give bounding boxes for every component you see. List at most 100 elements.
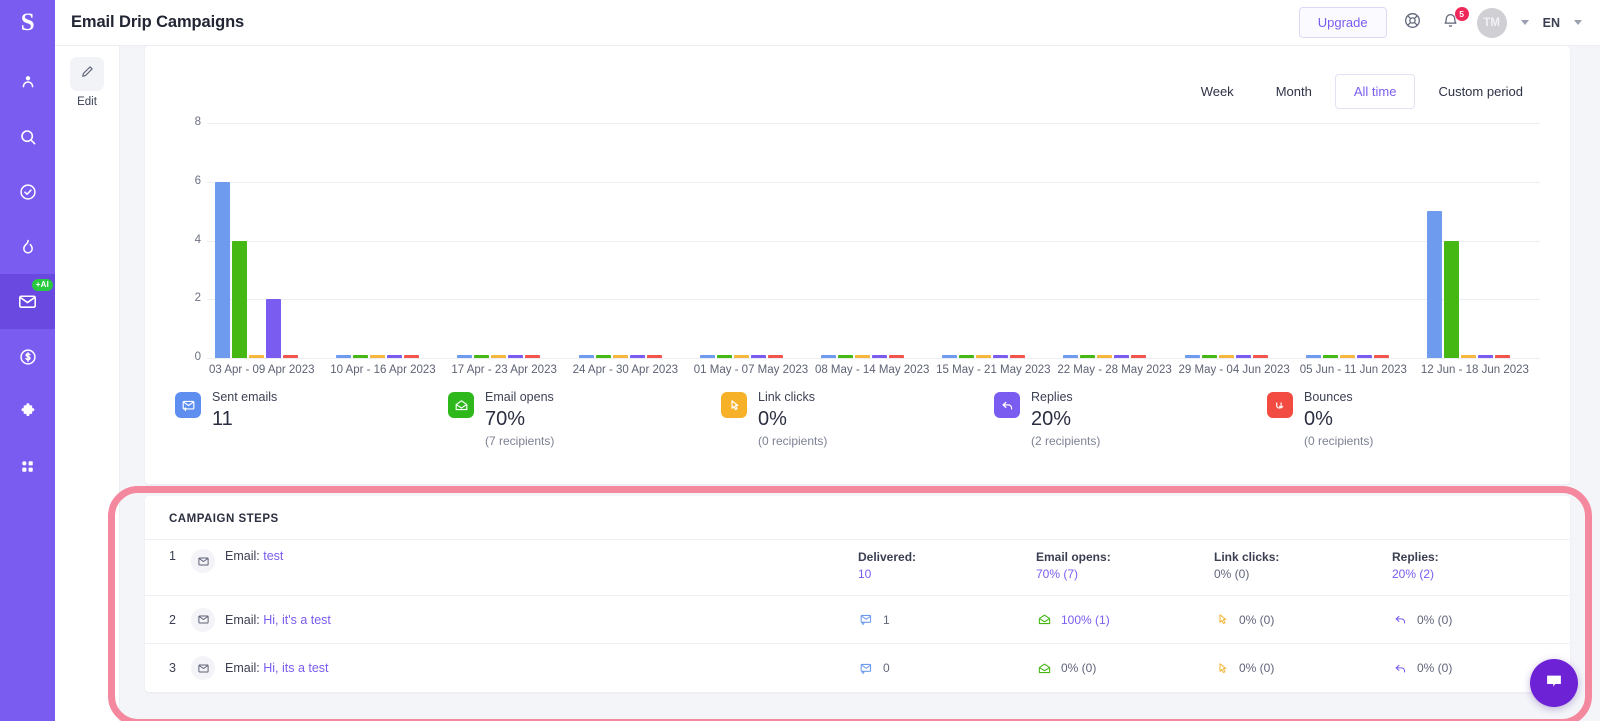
x-axis-tick: 24 Apr - 30 Apr 2023 xyxy=(572,364,679,376)
bar-replies[interactable] xyxy=(993,355,1009,358)
bar-email-opens[interactable] xyxy=(716,355,732,358)
bar-sent-emails[interactable] xyxy=(1305,355,1321,358)
metric-clicks: 0% (0) xyxy=(1214,660,1392,677)
bar-bounces[interactable] xyxy=(525,355,541,358)
bar-replies[interactable] xyxy=(1356,355,1372,358)
metric-delivered: 1 xyxy=(858,611,1036,628)
bar-email-opens[interactable] xyxy=(474,355,490,358)
bar-bounces[interactable] xyxy=(404,355,420,358)
bar-email-opens[interactable] xyxy=(837,355,853,358)
step-title: Email: Hi, its a test xyxy=(225,661,329,675)
notifications-button[interactable]: 5 xyxy=(1439,6,1469,35)
lifebuoy-icon xyxy=(1403,11,1422,35)
edit-button[interactable] xyxy=(70,57,104,91)
bar-link-clicks[interactable] xyxy=(1339,355,1355,358)
app-logo[interactable]: S xyxy=(0,0,55,46)
upgrade-button[interactable]: Upgrade xyxy=(1298,7,1387,38)
edit-label: Edit xyxy=(77,96,97,108)
bar-sent-emails[interactable] xyxy=(215,181,230,358)
bar-bounces[interactable] xyxy=(1010,355,1026,358)
avatar[interactable]: TM xyxy=(1476,7,1507,38)
metric-value: 0% (0) xyxy=(1417,612,1453,627)
bar-link-clicks[interactable] xyxy=(612,355,628,358)
bar-link-clicks[interactable] xyxy=(249,355,264,358)
chevron-down-icon-language[interactable] xyxy=(1574,20,1582,25)
bar-sent-emails[interactable] xyxy=(578,355,594,358)
bar-link-clicks[interactable] xyxy=(854,355,870,358)
bar-bounces[interactable] xyxy=(1373,355,1389,358)
topbar-actions: Upgrade 5 TM EN xyxy=(1298,6,1582,38)
sidebar-item-tasks[interactable] xyxy=(0,164,55,219)
chat-support-button[interactable] xyxy=(1530,659,1578,707)
bar-replies[interactable] xyxy=(266,299,281,358)
bar-link-clicks[interactable] xyxy=(491,355,507,358)
metric-value: 1 xyxy=(883,612,890,627)
step-subject[interactable]: Hi, its a test xyxy=(263,661,328,675)
campaign-step-row[interactable]: 3 Email: Hi, its a test 0 0% (0) 0% (0) 0% (0… xyxy=(145,644,1570,692)
bar-email-opens[interactable] xyxy=(353,355,369,358)
help-button[interactable] xyxy=(1401,11,1425,35)
bar-replies[interactable] xyxy=(1114,355,1130,358)
sidebar-item-contacts[interactable] xyxy=(0,54,55,109)
bar-email-opens[interactable] xyxy=(232,240,247,358)
chat-bubble-icon xyxy=(1543,670,1565,697)
bar-sent-emails[interactable] xyxy=(1184,355,1200,358)
bar-email-opens[interactable] xyxy=(959,355,975,358)
bar-sent-emails[interactable] xyxy=(1426,211,1442,358)
sidebar-item-search[interactable] xyxy=(0,109,55,164)
bar-email-opens[interactable] xyxy=(1322,355,1338,358)
campaign-step-row[interactable]: 2 Email: Hi, it's a test 1 100% (1) 0% (0) 0%… xyxy=(145,596,1570,644)
stat-email-opens: Email opens 70% (7 recipients) xyxy=(448,390,721,448)
language-selector[interactable]: EN xyxy=(1543,16,1560,30)
bar-link-clicks[interactable] xyxy=(1460,355,1476,358)
bar-bounces[interactable] xyxy=(888,355,904,358)
x-axis-labels: 03 Apr - 09 Apr 2023 10 Apr - 16 Apr 2023… xyxy=(207,364,1540,376)
bar-replies[interactable] xyxy=(387,355,403,358)
bar-bounces[interactable] xyxy=(1131,355,1147,358)
notification-count-badge: 5 xyxy=(1454,6,1469,21)
sidebar-item-apps[interactable] xyxy=(0,439,55,494)
step-subject[interactable]: test xyxy=(263,549,283,563)
metric-value: 0% (0) xyxy=(1417,661,1453,675)
bar-replies[interactable] xyxy=(871,355,887,358)
bar-replies[interactable] xyxy=(750,355,766,358)
period-tab-week[interactable]: Week xyxy=(1182,74,1253,109)
bar-replies[interactable] xyxy=(1235,355,1251,358)
x-axis-tick: 17 Apr - 23 Apr 2023 xyxy=(451,364,557,376)
campaign-steps-card: CAMPAIGN STEPS 1 Email: test Delivered: 10 E… xyxy=(145,496,1570,692)
period-tab-all-time[interactable]: All time xyxy=(1334,74,1416,109)
bar-bounces[interactable] xyxy=(1252,355,1268,358)
sidebar-item-activity[interactable] xyxy=(0,219,55,274)
bar-replies[interactable] xyxy=(1477,355,1493,358)
period-tab-month[interactable]: Month xyxy=(1257,74,1331,109)
sidebar-item-integrations[interactable] xyxy=(0,384,55,439)
bar-bounces[interactable] xyxy=(1494,355,1510,358)
bar-link-clicks[interactable] xyxy=(733,355,749,358)
bar-sent-emails[interactable] xyxy=(942,355,958,358)
sidebar-item-email-campaigns[interactable]: +AI xyxy=(0,274,55,329)
bar-email-opens[interactable] xyxy=(1443,240,1459,358)
bar-link-clicks[interactable] xyxy=(370,355,386,358)
bar-sent-emails[interactable] xyxy=(699,355,715,358)
bar-sent-emails[interactable] xyxy=(336,355,352,358)
campaign-step-row[interactable]: 1 Email: test Delivered: 10 Email opens: 70% … xyxy=(145,540,1570,596)
step-subject[interactable]: Hi, it's a test xyxy=(263,613,331,627)
bar-link-clicks[interactable] xyxy=(1097,355,1113,358)
stat-label: Link clicks xyxy=(758,390,815,404)
period-tab-custom-period[interactable]: Custom period xyxy=(1419,74,1542,109)
bar-sent-emails[interactable] xyxy=(457,355,473,358)
bar-replies[interactable] xyxy=(508,355,524,358)
bar-sent-emails[interactable] xyxy=(1063,355,1079,358)
bar-bounces[interactable] xyxy=(767,355,783,358)
bar-bounces[interactable] xyxy=(646,355,662,358)
bar-email-opens[interactable] xyxy=(1080,355,1096,358)
chevron-down-icon[interactable] xyxy=(1520,20,1529,25)
sidebar-item-deals[interactable] xyxy=(0,329,55,384)
bar-link-clicks[interactable] xyxy=(1218,355,1234,358)
bar-replies[interactable] xyxy=(629,355,645,358)
bar-sent-emails[interactable] xyxy=(820,355,836,358)
bar-bounces[interactable] xyxy=(283,355,298,358)
bar-email-opens[interactable] xyxy=(595,355,611,358)
bar-email-opens[interactable] xyxy=(1201,355,1217,358)
bar-link-clicks[interactable] xyxy=(976,355,992,358)
